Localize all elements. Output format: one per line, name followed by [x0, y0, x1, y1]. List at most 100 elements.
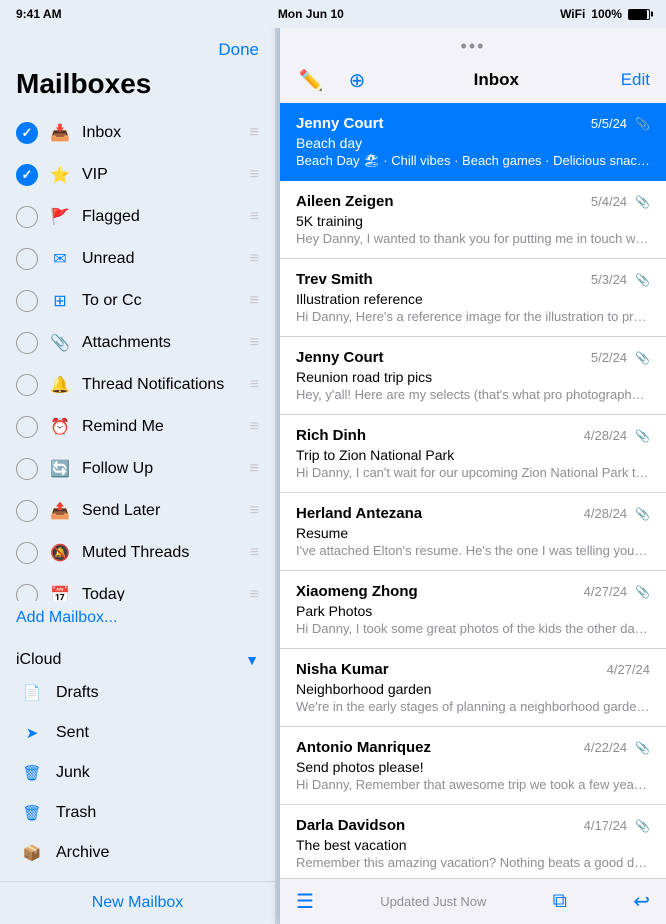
mailbox-icon-remind-me: ⏰ — [48, 415, 72, 439]
email-preview: Hey, y'all! Here are my selects (that's … — [296, 387, 650, 402]
email-list-item[interactable]: Antonio Manriquez4/22/24📎Send photos ple… — [280, 727, 666, 805]
mailbox-item-thread-notifications[interactable]: 🔔Thread Notifications≡ — [8, 364, 267, 406]
icloud-item-archive[interactable]: 📦Archive — [16, 833, 259, 873]
email-list-item[interactable]: Trev Smith5/3/24📎Illustration referenceH… — [280, 259, 666, 337]
update-status: Updated Just Now — [380, 894, 486, 909]
email-list-item[interactable]: Herland Antezana4/28/24📎ResumeI've attac… — [280, 493, 666, 571]
mailbox-item-remind-me[interactable]: ⏰ Remind Me ≡ — [8, 406, 267, 448]
email-list-item[interactable]: Aileen Zeigen5/4/24📎5K trainingHey Danny… — [280, 181, 666, 259]
email-subject: Trip to Zion National Park — [296, 447, 650, 463]
email-date: 5/4/24 — [591, 194, 627, 209]
battery-icon — [628, 9, 650, 20]
mailbox-drag-remind-me: ≡ — [250, 418, 259, 436]
mailbox-item-inbox[interactable]: 📥Inbox≡ — [8, 112, 267, 154]
email-preview: We're in the early stages of planning a … — [296, 699, 650, 714]
email-date: 4/27/24 — [607, 662, 650, 677]
attachment-icon: 📎 — [635, 819, 650, 833]
email-item-header: Rich Dinh 4/28/24📎 — [296, 427, 650, 444]
icloud-label-archive: Archive — [56, 844, 109, 862]
icloud-header[interactable]: iCloud ▼ — [16, 643, 259, 673]
email-list-item[interactable]: Jenny Court5/5/24📎 Beach day Beach Day 🏖 ·… — [280, 103, 666, 181]
icloud-item-drafts[interactable]: 📄Drafts — [16, 673, 259, 713]
email-date: 4/28/24 — [584, 506, 627, 521]
email-list-item[interactable]: Rich Dinh 4/28/24📎 Trip to Zion National P… — [280, 415, 666, 493]
email-date: 4/28/24 — [584, 428, 627, 443]
battery-percent: 100% — [591, 7, 622, 21]
email-date-row: 5/5/24📎 — [591, 116, 650, 131]
email-panel-title-row: ✏️ ⊕ Inbox Edit — [280, 61, 666, 103]
email-panel-left-icons: ✏️ ⊕ — [296, 65, 372, 95]
mailbox-item-follow-up[interactable]: 🔄Follow Up≡ — [8, 448, 267, 490]
email-subject: Beach day — [296, 135, 650, 151]
email-item-header: Jenny Court5/5/24📎 — [296, 115, 650, 132]
mailbox-item-flagged[interactable]: 🚩Flagged≡ — [8, 196, 267, 238]
icloud-label-junk: Junk — [56, 764, 90, 782]
email-date-row: 4/28/24 📎 — [584, 506, 650, 521]
done-button[interactable]: Done — [218, 40, 259, 60]
email-list-item[interactable]: Xiaomeng Zhong4/27/24📎Park PhotosHi Dann… — [280, 571, 666, 649]
email-subject: Reunion road trip pics — [296, 369, 650, 385]
mailbox-item-muted-threads[interactable]: 🔕Muted Threads≡ — [8, 532, 267, 574]
mailbox-drag-today: ≡ — [250, 586, 259, 601]
icloud-item-junk[interactable]: 🗑 Junk — [16, 753, 259, 793]
edit-button[interactable]: Edit — [621, 70, 650, 90]
email-sender: Rich Dinh — [296, 427, 366, 444]
icloud-icon-sent: ➤ — [20, 721, 44, 745]
email-list-item[interactable]: Darla Davidson4/17/24📎The best vacationR… — [280, 805, 666, 878]
mailbox-label-thread-notifications: Thread Notifications — [82, 376, 242, 394]
mailbox-label-follow-up: Follow Up — [82, 460, 242, 478]
email-date: 5/2/24 — [591, 350, 627, 365]
email-date: 4/17/24 — [584, 818, 627, 833]
icloud-section: iCloud ▼ 📄Drafts➤Sent 🗑 Junk 🗑Trash📦Archive — [0, 635, 275, 881]
email-sender: Nisha Kumar — [296, 661, 389, 678]
mailbox-drag-unread: ≡ — [250, 250, 259, 268]
email-item-header: Herland Antezana4/28/24📎 — [296, 505, 650, 522]
mailbox-item-send-later[interactable]: 📤Send Later≡ — [8, 490, 267, 532]
icloud-icon-junk: 🗑 — [20, 761, 44, 785]
email-list-item[interactable]: Nisha Kumar4/27/24Neighborhood gardenWe'… — [280, 649, 666, 727]
mailbox-item-to-or-cc[interactable]: ⊞To or Cc≡ — [8, 280, 267, 322]
icloud-item-sent[interactable]: ➤Sent — [16, 713, 259, 753]
mailbox-checkbox-unread — [16, 248, 38, 270]
mailbox-drag-attachments: ≡ — [250, 334, 259, 352]
email-item-header: Nisha Kumar 4/27/24 — [296, 661, 650, 678]
mailbox-item-unread[interactable]: ✉ Unread ≡ — [8, 238, 267, 280]
mailbox-item-vip[interactable]: ⭐VIP≡ — [8, 154, 267, 196]
add-mailbox-button[interactable]: Add Mailbox... — [0, 601, 275, 635]
back-icon[interactable]: ↩ — [633, 889, 650, 914]
mailbox-label-remind-me: Remind Me — [82, 418, 242, 436]
mailbox-icon-unread: ✉ — [48, 247, 72, 271]
mailbox-drag-muted-threads: ≡ — [250, 544, 259, 562]
email-subject: Park Photos — [296, 603, 650, 619]
mailbox-icon-vip: ⭐ — [48, 163, 72, 187]
mailbox-label-attachments: Attachments — [82, 334, 242, 352]
mailbox-checkbox-follow-up — [16, 458, 38, 480]
new-mailbox-button[interactable]: New Mailbox — [92, 894, 184, 912]
icloud-item-trash[interactable]: 🗑Trash — [16, 793, 259, 833]
email-list-item[interactable]: Jenny Court5/2/24📎 Reunion road trip pics… — [280, 337, 666, 415]
mailbox-icon-flagged: 🚩 — [48, 205, 72, 229]
email-date-row: 5/2/24📎 — [591, 350, 650, 365]
mailbox-label-unread: Unread — [82, 250, 242, 268]
mailbox-item-attachments[interactable]: 📎Attachments≡ — [8, 322, 267, 364]
compose-icon[interactable]: ✏️ — [296, 65, 326, 95]
attachment-icon: 📎 — [635, 273, 650, 287]
email-item-header: Jenny Court5/2/24📎 — [296, 349, 650, 366]
mailbox-item-today[interactable]: 📅Today≡ — [8, 574, 267, 601]
filter-icon[interactable]: ☰ — [296, 889, 314, 914]
email-preview: Beach Day 🏖 · Chill vibes · Beach games … — [296, 153, 650, 169]
email-date-row: 4/28/24📎 — [584, 428, 650, 443]
email-sender: Antonio Manriquez — [296, 739, 431, 756]
mailboxes-list: 📥Inbox≡⭐VIP≡🚩Flagged≡✉Unread≡⊞To or Cc≡📎… — [0, 112, 275, 601]
email-date-row: 4/27/24📎 — [584, 584, 650, 599]
attachment-icon: 📎 — [635, 585, 650, 599]
email-date-row: 4/22/24📎 — [584, 740, 650, 755]
icloud-icon-drafts: 📄 — [20, 681, 44, 705]
more-options-icon[interactable]: ⊕ — [342, 65, 372, 95]
mailbox-icon-follow-up: 🔄 — [48, 457, 72, 481]
attachment-icon: 📎 — [635, 507, 650, 521]
mailbox-drag-send-later: ≡ — [250, 502, 259, 520]
email-preview: Remember this amazing vacation? Nothing … — [296, 855, 650, 870]
drag-indicator: ••• — [280, 28, 666, 61]
copy-icon[interactable]: ⧉ — [553, 890, 567, 913]
